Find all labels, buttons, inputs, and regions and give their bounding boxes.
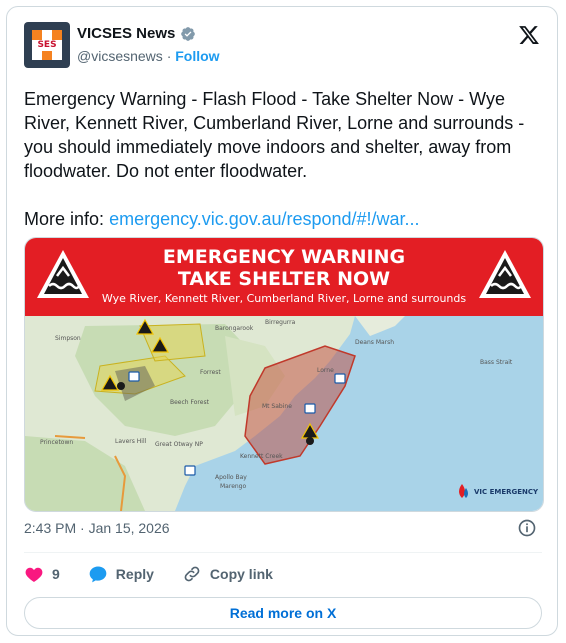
action-bar: 9 Reply Copy link — [24, 562, 301, 586]
flood-map: Simpson Barongarook Birregurra Forrest D… — [25, 316, 543, 511]
map-label: Marengo — [220, 483, 246, 490]
handle-separator: · — [166, 48, 172, 64]
follow-link[interactable]: Follow — [175, 48, 219, 64]
tweet-text: Emergency Warning - Flash Flood - Take S… — [24, 89, 525, 181]
map-label: Mt Sabine — [262, 403, 292, 410]
map-label: Bass Strait — [480, 359, 513, 366]
map-label: Deans Marsh — [355, 339, 394, 346]
map-label: Great Otway NP — [155, 441, 203, 448]
tweet-timestamp[interactable]: 2:43 PM · Jan 15, 2026 — [24, 520, 170, 536]
map-label: Kennett Creek — [240, 453, 283, 460]
like-count: 9 — [52, 566, 60, 582]
more-info-link[interactable]: emergency.vic.gov.au/respond/#!/war... — [109, 209, 420, 229]
map-label: Lavers Hill — [115, 438, 147, 445]
handle-text: @vicsesnews — [77, 48, 163, 64]
account-name[interactable]: VICSES News — [77, 25, 196, 42]
more-info-label: More info: — [24, 209, 105, 229]
more-info-line: More info: emergency.vic.gov.au/respond/… — [24, 207, 534, 231]
banner-areas: Wye River, Kennett River, Cumberland Riv… — [101, 292, 467, 305]
banner-subtitle: TAKE SHELTER NOW — [177, 268, 391, 290]
map-label: Birregurra — [265, 319, 296, 326]
link-icon — [184, 566, 200, 582]
account-handle: @vicsesnews · Follow — [77, 48, 220, 64]
reply-icon — [89, 566, 107, 583]
reply-label: Reply — [115, 566, 154, 582]
like-button[interactable]: 9 — [24, 564, 60, 584]
warning-map-image[interactable]: EMERGENCY WARNING TAKE SHELTER NOW Wye R… — [24, 237, 544, 512]
ses-logo: SES — [32, 30, 62, 60]
map-label: Beech Forest — [170, 399, 210, 406]
avatar-text: SES — [32, 40, 62, 51]
heart-icon — [25, 567, 43, 582]
tweet-card: SES VICSES News @vicsesnews · Follow Eme… — [6, 6, 558, 636]
divider — [24, 552, 542, 553]
verified-icon — [181, 26, 196, 41]
x-logo-icon[interactable] — [518, 24, 540, 46]
warning-banner: EMERGENCY WARNING TAKE SHELTER NOW Wye R… — [25, 238, 543, 316]
map-label: Lorne — [317, 367, 334, 374]
read-more-button[interactable]: Read more on X — [24, 597, 542, 629]
map-label: Simpson — [55, 335, 81, 342]
map-label: Apollo Bay — [215, 474, 247, 481]
copy-link-label: Copy link — [209, 566, 273, 582]
map-label: Forrest — [200, 369, 221, 376]
map-label: Barongarook — [215, 325, 254, 332]
brand-label: VIC EMERGENCY — [474, 488, 539, 496]
reply-button[interactable]: Reply — [88, 564, 154, 584]
banner-title: EMERGENCY WARNING — [162, 246, 406, 268]
tweet-body: Emergency Warning - Flash Flood - Take S… — [24, 87, 534, 231]
avatar[interactable]: SES — [24, 22, 70, 68]
info-icon[interactable] — [517, 518, 537, 538]
copy-link-button[interactable]: Copy link — [182, 564, 273, 584]
map-label: Princetown — [40, 439, 73, 446]
account-name-text: VICSES News — [77, 25, 176, 42]
